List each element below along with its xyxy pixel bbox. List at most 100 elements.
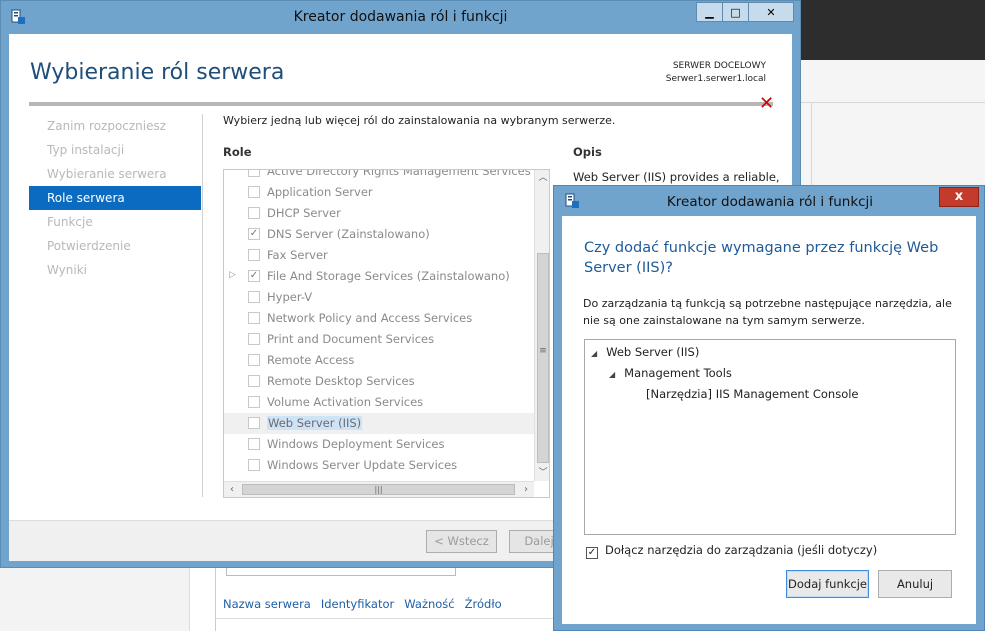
column-identifier[interactable]: Identyfikator (321, 597, 394, 611)
role-label: Windows Server Update Services (267, 458, 458, 472)
role-row-application-server[interactable]: Application Server (224, 182, 534, 203)
role-row-wsus[interactable]: Windows Server Update Services (224, 455, 534, 476)
server-manager-nav (0, 568, 190, 631)
tree-item-iis-console[interactable]: [Narzędzia] IIS Management Console (646, 384, 859, 405)
role-label: Print and Document Services (267, 332, 435, 346)
role-label: DNS Server (Zainstalowano) (267, 227, 430, 241)
horizontal-scrollbar[interactable]: ‹ ||| › (224, 481, 534, 497)
role-row-volume-activation[interactable]: Volume Activation Services (224, 392, 534, 413)
required-features-tree: ◢ Web Server (IIS) ◢ Management Tools [Nar… (584, 339, 956, 535)
close-button[interactable]: ✕ (748, 2, 794, 22)
nav-item-server-selection[interactable]: Wybieranie serwera (29, 162, 201, 186)
role-row-ad-rms[interactable]: Active Directory Rights Management Servi… (224, 169, 534, 182)
server-manager-bottom: Nazwa serwera Identyfikator Ważność Źród… (0, 568, 561, 631)
role-label: Active Directory Rights Management Servi… (267, 169, 531, 178)
role-label: Web Server (IIS) (267, 416, 363, 430)
minimize-button[interactable]: ▁ (696, 2, 723, 22)
nav-item-results[interactable]: Wyniki (29, 258, 201, 282)
role-row-npas[interactable]: Network Policy and Access Services (224, 308, 534, 329)
scroll-up-icon[interactable]: ︿ (535, 170, 549, 186)
progress-rule (29, 102, 773, 106)
back-button[interactable]: < Wstecz (426, 530, 497, 553)
dialog-content: Czy dodać funkcje wymagane przez funkcję… (562, 216, 976, 624)
window-controls: ▁ □ ✕ (696, 2, 794, 22)
include-tools-label: Dołącz narzędzia do zarządzania (jeśli d… (605, 543, 878, 557)
role-checkbox[interactable] (248, 438, 260, 450)
dialog-title: Kreator dodawania ról i funkcji (666, 194, 874, 210)
column-severity[interactable]: Ważność (404, 597, 454, 611)
role-row-remote-access[interactable]: Remote Access (224, 350, 534, 371)
page-title: Wybieranie ról serwera (30, 60, 285, 85)
tree-item-management-tools[interactable]: ◢ Management Tools (609, 363, 732, 384)
role-row-print-document[interactable]: Print and Document Services (224, 329, 534, 350)
role-checkbox[interactable] (248, 396, 260, 408)
role-row-deployment[interactable]: Windows Deployment Services (224, 434, 534, 455)
scroll-down-icon[interactable]: ﹀ (535, 465, 549, 481)
role-checkbox-checked[interactable]: ✓ (248, 228, 260, 240)
role-row-dhcp-server[interactable]: DHCP Server (224, 203, 534, 224)
role-checkbox[interactable] (248, 375, 260, 387)
role-checkbox-checked[interactable]: ✓ (248, 270, 260, 282)
role-label: DHCP Server (267, 206, 341, 220)
role-label: Network Policy and Access Services (267, 311, 473, 325)
role-row-hyper-v[interactable]: Hyper-V (224, 287, 534, 308)
tree-item-web-server[interactable]: ◢ Web Server (IIS) (591, 342, 699, 363)
roles-header: Role (223, 145, 252, 159)
cancel-button[interactable]: Anuluj (878, 570, 952, 598)
expand-arrow-icon[interactable]: ▷ (229, 270, 236, 280)
desktop-background (800, 0, 985, 60)
role-row-remote-desktop[interactable]: Remote Desktop Services (224, 371, 534, 392)
role-checkbox[interactable] (248, 249, 260, 261)
wizard-title: Kreator dodawania ról i funkcji (293, 9, 508, 25)
nav-item-server-roles[interactable]: Role serwera (29, 186, 201, 210)
scroll-thumb[interactable]: ≡ (537, 253, 549, 463)
role-row-dns-server[interactable]: ✓ DNS Server (Zainstalowano) (224, 224, 534, 245)
role-checkbox[interactable] (248, 333, 260, 345)
role-label: Windows Deployment Services (267, 437, 445, 451)
role-checkbox[interactable] (248, 291, 260, 303)
divider (216, 618, 561, 619)
include-tools-checkbox[interactable]: ✓ (586, 547, 598, 559)
role-checkbox[interactable] (248, 417, 260, 429)
add-features-button[interactable]: Dodaj funkcje (786, 570, 869, 598)
role-row-web-server[interactable]: Web Server (IIS) (224, 413, 534, 434)
include-tools-option[interactable]: ✓ Dołącz narzędzia do zarządzania (jeśli … (586, 543, 877, 559)
role-row-file-storage[interactable]: ▷ ✓ File And Storage Services (Zainstalo… (224, 266, 534, 287)
add-features-dialog: Kreator dodawania ról i funkcji x Czy do… (553, 185, 985, 631)
instructions-text: Wybierz jedną lub więcej ról do zainstal… (223, 114, 616, 127)
column-source[interactable]: Źródło (465, 597, 502, 611)
divider (202, 114, 203, 497)
maximize-button[interactable]: □ (722, 2, 749, 22)
role-label: Application Server (267, 185, 373, 199)
role-checkbox[interactable] (248, 207, 260, 219)
scroll-right-icon[interactable]: › (518, 482, 534, 497)
role-row-fax-server[interactable]: Fax Server (224, 245, 534, 266)
tree-item-label: Management Tools (624, 366, 732, 380)
scroll-thumb[interactable]: ||| (242, 484, 515, 495)
dialog-close-button[interactable]: x (939, 187, 979, 207)
role-checkbox[interactable] (248, 186, 260, 198)
nav-item-before-you-begin[interactable]: Zanim rozpoczniesz (29, 114, 201, 138)
role-checkbox[interactable] (248, 354, 260, 366)
divider (801, 102, 985, 103)
target-server-name: Serwer1.serwer1.local (665, 74, 766, 84)
nav-item-features[interactable]: Funkcje (29, 210, 201, 234)
vertical-scrollbar[interactable]: ︿ ≡ ﹀ (534, 170, 549, 481)
nav-item-installation-type[interactable]: Typ instalacji (29, 138, 201, 162)
nav-item-confirmation[interactable]: Potwierdzenie (29, 234, 201, 258)
collapse-triangle-icon[interactable]: ◢ (609, 370, 615, 379)
target-server: SERWER DOCELOWY Serwer1.serwer1.local (666, 60, 766, 86)
error-icon[interactable]: ✕ (759, 93, 774, 114)
scroll-left-icon[interactable]: ‹ (224, 482, 240, 497)
collapse-triangle-icon[interactable]: ◢ (591, 349, 597, 358)
wizard-nav: Zanim rozpoczniesz Typ instalacji Wybier… (29, 114, 201, 282)
role-checkbox[interactable] (248, 459, 260, 471)
events-column-headers: Nazwa serwera Identyfikator Ważność Źród… (223, 597, 512, 611)
dialog-question: Czy dodać funkcje wymagane przez funkcję… (584, 240, 939, 276)
filter-input[interactable] (226, 568, 456, 576)
roles-list: Active Directory Rights Management Servi… (223, 169, 550, 498)
column-server-name[interactable]: Nazwa serwera (223, 597, 311, 611)
wizard-titlebar[interactable]: Kreator dodawania ról i funkcji ▁ □ ✕ (1, 1, 800, 33)
role-checkbox[interactable] (248, 170, 260, 177)
role-checkbox[interactable] (248, 312, 260, 324)
